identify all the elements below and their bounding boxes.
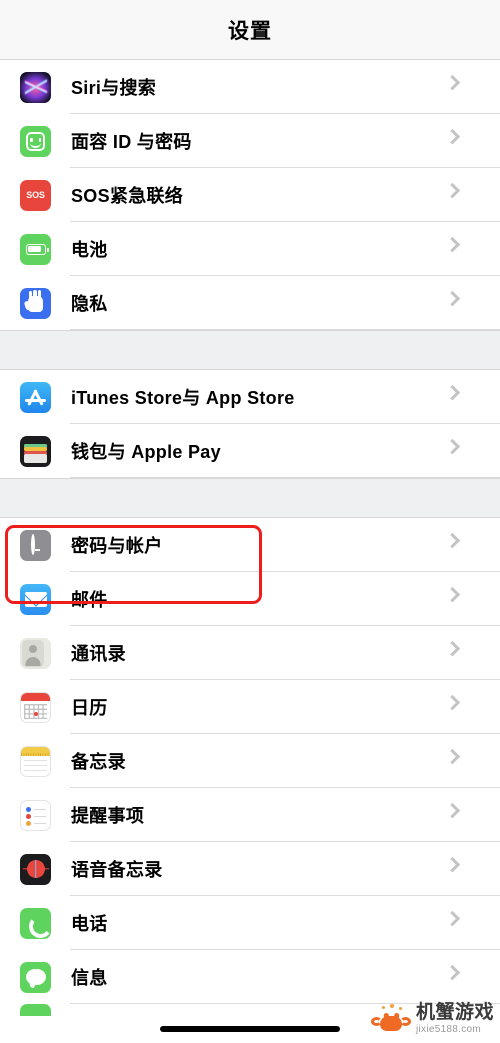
chevron-right-icon xyxy=(444,842,480,896)
settings-row-mail[interactable]: 邮件 xyxy=(0,572,500,626)
chevron-right-icon xyxy=(444,572,480,626)
settings-row-notes[interactable]: 备忘录 xyxy=(0,734,500,788)
row-label: 电池 xyxy=(71,240,108,260)
partial-app-icon xyxy=(20,1004,51,1016)
row-label: iTunes Store与 App Store xyxy=(71,388,295,408)
sos-icon-text: SOS xyxy=(26,190,45,200)
row-label: 提醒事项 xyxy=(71,806,145,826)
calendar-icon xyxy=(20,691,51,723)
privacy-hand-icon xyxy=(20,287,51,319)
chevron-right-icon xyxy=(444,222,480,276)
row-label: 日历 xyxy=(71,698,108,718)
chevron-right-icon xyxy=(444,950,480,1004)
settings-screen: 设置 Siri与搜索 面容 ID 与密码 SOS SOS紧急联络 电池 隐私 i… xyxy=(0,0,500,1043)
wallet-icon xyxy=(20,435,51,467)
row-label: SOS紧急联络 xyxy=(71,186,184,206)
chevron-right-icon xyxy=(444,60,480,114)
row-label: Siri与搜索 xyxy=(71,78,157,98)
settings-group-2: iTunes Store与 App Store 钱包与 Apple Pay xyxy=(0,370,500,478)
row-label: 信息 xyxy=(71,968,108,988)
chevron-right-icon xyxy=(444,896,480,950)
notes-icon xyxy=(20,745,51,777)
row-label: 钱包与 Apple Pay xyxy=(71,442,221,462)
voice-memos-icon xyxy=(20,853,51,885)
settings-row-battery[interactable]: 电池 xyxy=(0,222,500,276)
siri-icon xyxy=(20,71,51,103)
messages-icon xyxy=(20,961,51,993)
settings-row-reminders[interactable]: 提醒事项 xyxy=(0,788,500,842)
watermark-url: jixie5188.com xyxy=(415,1024,482,1035)
mail-icon xyxy=(20,583,51,615)
home-indicator[interactable] xyxy=(160,1026,340,1032)
chevron-right-icon xyxy=(444,626,480,680)
navigation-bar: 设置 xyxy=(0,0,500,60)
chevron-right-icon xyxy=(444,370,480,424)
row-label: 语音备忘录 xyxy=(71,860,163,880)
app-store-icon xyxy=(20,381,51,413)
reminders-icon xyxy=(20,799,51,831)
settings-row-wallet-apple-pay[interactable]: 钱包与 Apple Pay xyxy=(0,424,500,478)
contacts-icon xyxy=(20,637,51,669)
row-label: 备忘录 xyxy=(71,752,126,772)
chevron-right-icon xyxy=(444,168,480,222)
settings-row-privacy[interactable]: 隐私 xyxy=(0,276,500,330)
chevron-right-icon xyxy=(444,734,480,788)
settings-row-calendar[interactable]: 日历 xyxy=(0,680,500,734)
chevron-right-icon xyxy=(444,518,480,572)
key-icon xyxy=(20,529,51,561)
watermark-name: 机蟹游戏 xyxy=(415,1002,494,1023)
settings-row-itunes-app-store[interactable]: iTunes Store与 App Store xyxy=(0,370,500,424)
phone-icon xyxy=(20,907,51,939)
faceid-icon xyxy=(20,125,51,157)
chevron-right-icon xyxy=(444,276,480,330)
settings-row-siri[interactable]: Siri与搜索 xyxy=(0,60,500,114)
crab-logo-icon xyxy=(370,1004,411,1033)
settings-row-contacts[interactable]: 通讯录 xyxy=(0,626,500,680)
settings-row-voice-memos[interactable]: 语音备忘录 xyxy=(0,842,500,896)
chevron-right-icon xyxy=(444,114,480,168)
sos-icon: SOS xyxy=(20,179,51,211)
settings-row-phone[interactable]: 电话 xyxy=(0,896,500,950)
settings-row-messages[interactable]: 信息 xyxy=(0,950,500,1004)
chevron-right-icon xyxy=(444,788,480,842)
settings-group-3: 密码与帐户 邮件 通讯录 日历 备忘录 提醒事项 语音备忘录 电话 信息 xyxy=(0,518,500,1018)
row-label: 邮件 xyxy=(71,590,108,610)
chevron-right-icon xyxy=(444,424,480,478)
chevron-right-icon xyxy=(444,680,480,734)
group-separator xyxy=(0,330,500,370)
settings-group-1: Siri与搜索 面容 ID 与密码 SOS SOS紧急联络 电池 隐私 xyxy=(0,60,500,330)
battery-icon xyxy=(20,233,51,265)
row-label: 隐私 xyxy=(71,294,108,314)
settings-row-face-id[interactable]: 面容 ID 与密码 xyxy=(0,114,500,168)
settings-row-sos[interactable]: SOS SOS紧急联络 xyxy=(0,168,500,222)
row-label: 通讯录 xyxy=(71,644,126,664)
settings-list: Siri与搜索 面容 ID 与密码 SOS SOS紧急联络 电池 隐私 iTun… xyxy=(0,60,500,1018)
row-label: 密码与帐户 xyxy=(71,536,163,556)
group-separator xyxy=(0,478,500,518)
page-title: 设置 xyxy=(228,19,272,43)
settings-row-passwords-accounts[interactable]: 密码与帐户 xyxy=(0,518,500,572)
row-label: 电话 xyxy=(71,914,108,934)
row-label: 面容 ID 与密码 xyxy=(71,132,192,152)
watermark: 机蟹游戏 jixie5188.com xyxy=(370,1002,494,1035)
